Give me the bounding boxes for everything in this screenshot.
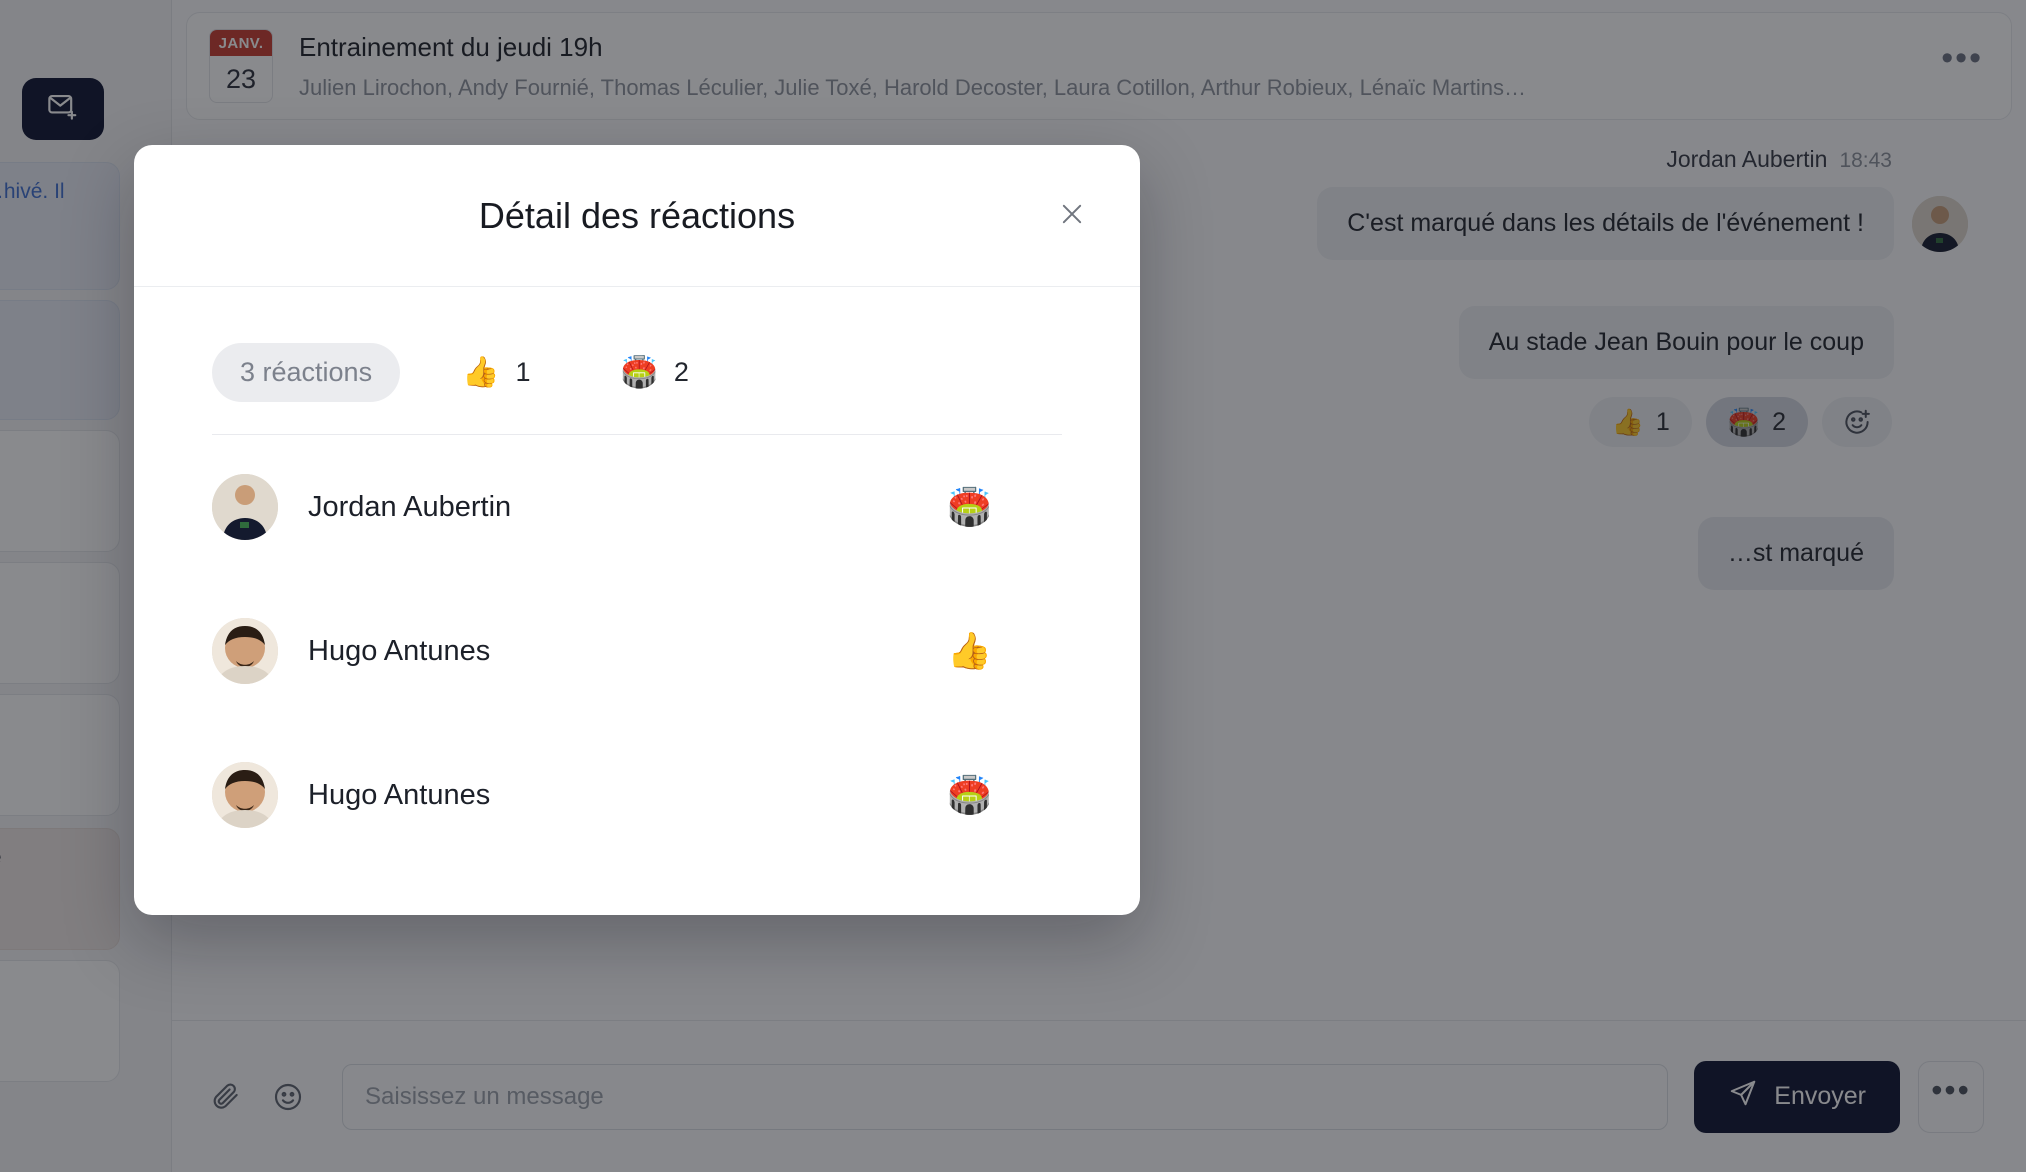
stadium-emoji: 🏟️: [947, 486, 992, 527]
list-item[interactable]: Hugo Antunes 🏟️: [212, 723, 1062, 867]
reaction-user-list: Jordan Aubertin 🏟️ Hugo Antunes 👍 Hugo A…: [134, 435, 1140, 867]
tab-all-reactions[interactable]: 3 réactions: [212, 343, 401, 402]
tab-reaction-count: 1: [515, 357, 531, 387]
tab-reaction-count: 2: [673, 357, 689, 387]
thumbs-up-emoji: 👍: [462, 355, 500, 389]
user-name: Hugo Antunes: [308, 634, 491, 667]
tab-reaction-stadium[interactable]: 🏟️ 2: [592, 343, 716, 402]
user-name: Jordan Aubertin: [308, 490, 512, 523]
stadium-emoji: 🏟️: [620, 355, 658, 389]
list-item[interactable]: Hugo Antunes 👍: [212, 579, 1062, 723]
avatar: [212, 618, 278, 684]
modal-header: Détail des réactions: [134, 145, 1140, 287]
avatar: [212, 474, 278, 540]
modal-title: Détail des réactions: [478, 194, 796, 236]
reaction-detail-modal: Détail des réactions 3 réactions 👍 1 🏟️ …: [134, 145, 1140, 915]
user-name: Hugo Antunes: [308, 778, 491, 811]
thumbs-up-emoji: 👍: [947, 630, 992, 671]
reaction-filter-tabs: 3 réactions 👍 1 🏟️ 2: [134, 343, 1140, 402]
stadium-emoji: 🏟️: [947, 774, 992, 815]
modal-body: 3 réactions 👍 1 🏟️ 2 Jordan Aubertin 🏟️ …: [134, 287, 1140, 915]
close-button[interactable]: [1050, 194, 1094, 238]
tab-reaction-thumbsup[interactable]: 👍 1: [434, 343, 558, 402]
avatar: [212, 762, 278, 828]
tab-all-reactions-label: 3 réactions: [240, 357, 373, 387]
close-icon: [1058, 200, 1086, 231]
list-item[interactable]: Jordan Aubertin 🏟️: [212, 435, 1062, 579]
